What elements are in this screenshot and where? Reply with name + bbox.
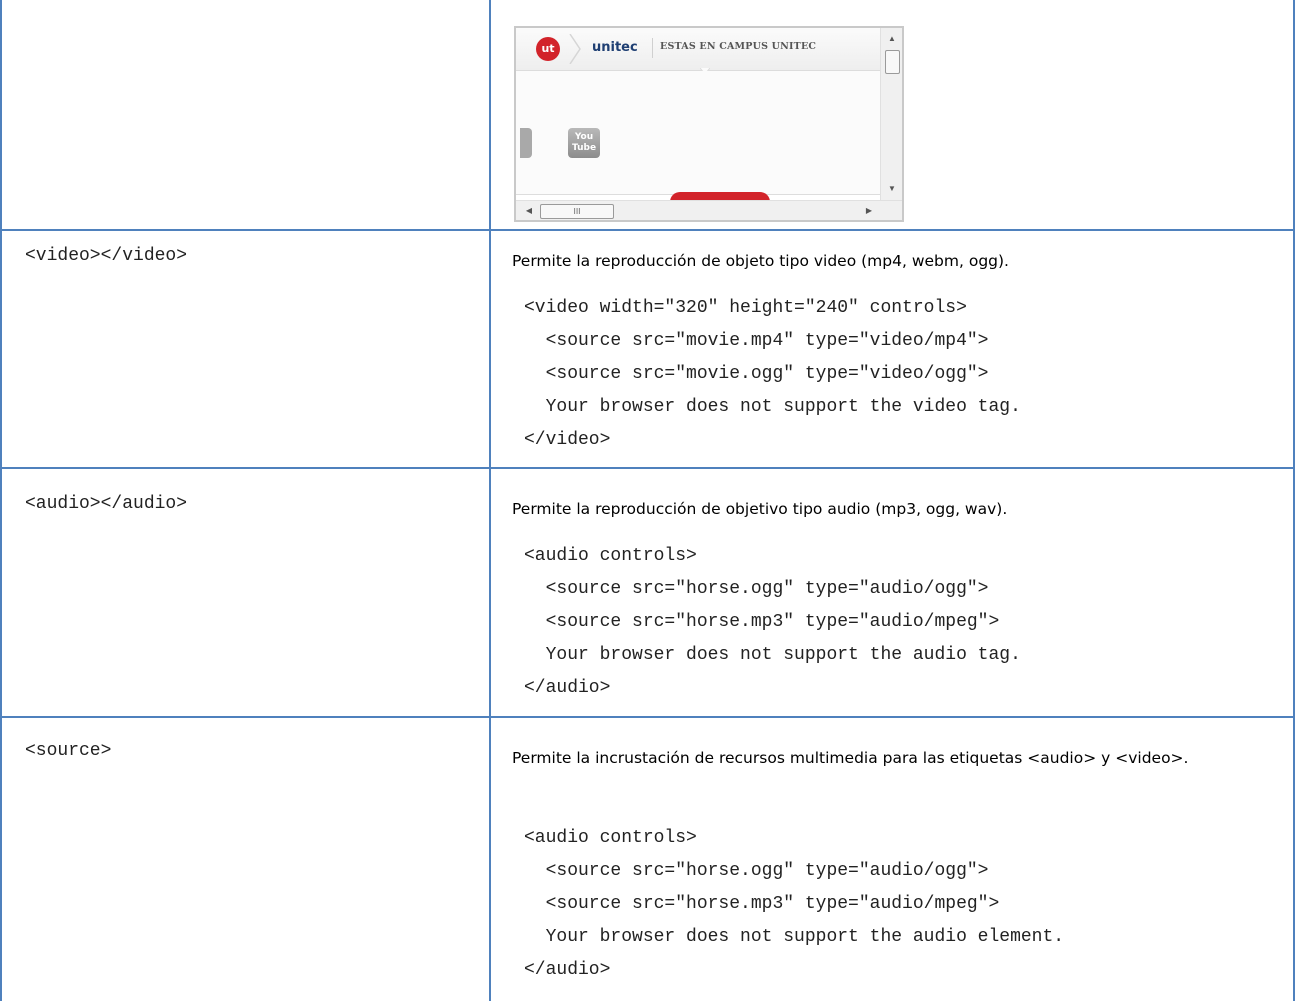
row-divider	[0, 467, 1295, 469]
vertical-scroll-thumb[interactable]	[885, 50, 900, 74]
brand-name: unitec	[592, 40, 638, 55]
row-divider	[0, 229, 1295, 231]
tag-name: <audio></audio>	[25, 494, 188, 514]
scroll-left-arrow-icon[interactable]: ◀	[522, 204, 536, 218]
breadcrumb-chevron-icon	[569, 34, 581, 64]
tag-name: <source>	[25, 741, 112, 761]
reference-table: ut unitec ESTAS EN CAMPUS UNITEC You Tub…	[0, 0, 1295, 1001]
scroll-down-arrow-icon[interactable]: ▼	[881, 182, 902, 196]
horizontal-scroll-thumb[interactable]: III	[540, 204, 614, 219]
embedded-screenshot: ut unitec ESTAS EN CAMPUS UNITEC You Tub…	[514, 26, 904, 222]
scroll-right-arrow-icon[interactable]: ▶	[862, 204, 876, 218]
youtube-label-top: You	[574, 132, 594, 142]
tag-description: Permite la reproducción de objeto tipo v…	[512, 252, 1009, 270]
code-example: <audio controls> <source src="horse.ogg"…	[524, 546, 1021, 698]
vertical-scrollbar[interactable]: ▲ ▼	[880, 28, 902, 200]
column-divider-middle	[489, 0, 491, 1001]
code-example: <audio controls> <source src="horse.ogg"…	[524, 828, 1065, 980]
tag-description: Permite la reproducción de objetivo tipo…	[512, 500, 1008, 518]
tag-name: <video></video>	[25, 246, 188, 266]
campus-link[interactable]: ESTAS EN CAMPUS UNITEC	[660, 41, 816, 52]
site-header: ut unitec ESTAS EN CAMPUS UNITEC	[516, 28, 880, 74]
side-tab-button[interactable]	[520, 128, 532, 158]
tag-description: Permite la incrustación de recursos mult…	[512, 749, 1189, 767]
column-divider-left	[0, 0, 2, 1001]
scroll-up-arrow-icon[interactable]: ▲	[881, 32, 902, 46]
youtube-label-bottom: Tube	[571, 143, 597, 153]
youtube-icon[interactable]: You Tube	[568, 128, 600, 158]
code-example: <video width="320" height="240" controls…	[524, 298, 1021, 450]
unitec-logo-icon: ut	[536, 37, 560, 61]
row-divider	[0, 716, 1295, 718]
header-separator	[652, 38, 653, 58]
horizontal-scrollbar[interactable]: ◀ III ▶	[516, 200, 902, 220]
